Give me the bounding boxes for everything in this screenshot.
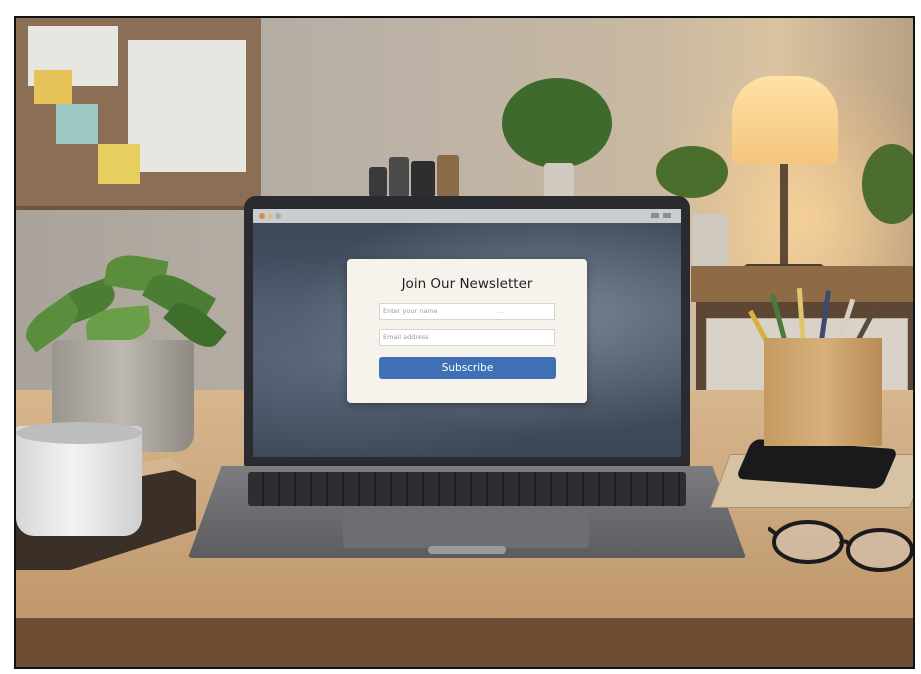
window-dot-icon[interactable] (267, 213, 273, 219)
close-icon[interactable] (663, 213, 671, 218)
lamp-shade (732, 76, 838, 164)
pinned-paper (128, 40, 246, 172)
lamp-stem (780, 164, 788, 268)
newsletter-modal: Join Our Newsletter Enter your name ... … (347, 259, 587, 403)
sticky-note (98, 144, 140, 184)
shelf (691, 266, 913, 302)
email-field[interactable]: Email address (379, 329, 555, 346)
name-field-placeholder: Enter your name (383, 307, 438, 315)
email-field-placeholder: Email address (383, 333, 429, 341)
shelf-books (369, 153, 465, 197)
laptop-notch (428, 546, 506, 554)
window-dot-icon[interactable] (259, 213, 265, 219)
laptop-screen: Join Our Newsletter Enter your name ... … (253, 209, 681, 457)
eyeglasses (768, 520, 913, 572)
subscribe-button[interactable]: Subscribe (379, 357, 556, 379)
sticky-note (34, 70, 72, 104)
desk-edge (16, 618, 913, 667)
sticky-note (56, 104, 98, 144)
window-dot-icon[interactable] (275, 213, 281, 219)
photo-frame: Join Our Newsletter Enter your name ... … (14, 16, 915, 669)
laptop-trackpad (343, 510, 589, 548)
minimize-icon[interactable] (651, 213, 659, 218)
pencil-holder (764, 338, 882, 446)
browser-titlebar (253, 209, 681, 223)
name-field-hint: ... (497, 307, 504, 315)
mug-rim (16, 422, 142, 444)
modal-title: Join Our Newsletter (401, 276, 533, 292)
laptop-keyboard (248, 472, 686, 506)
corkboard (16, 18, 261, 210)
name-field[interactable]: Enter your name ... (379, 303, 555, 320)
